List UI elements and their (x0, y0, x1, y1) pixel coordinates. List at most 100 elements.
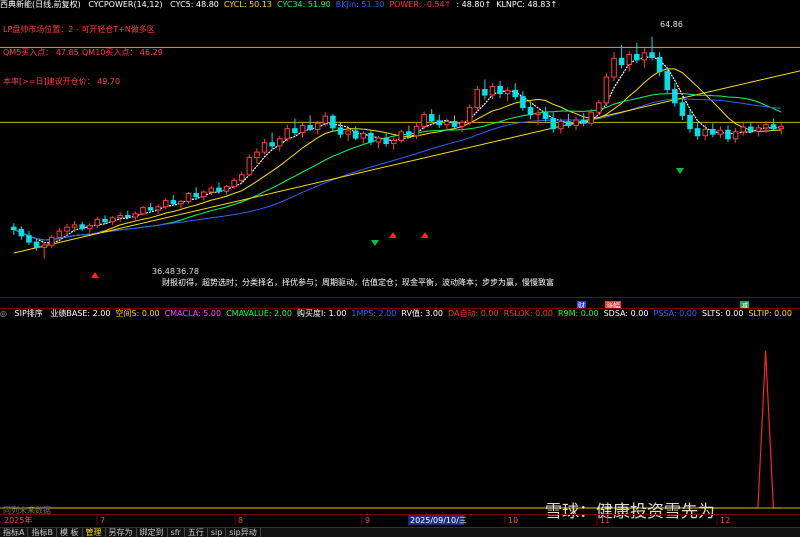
candle-75 (580, 113, 587, 127)
main-indicator-bar: 西典新能(日线,前复权) CYCPOWER(14,12) CYC5: 48.80… (0, 0, 800, 10)
strategy-description: 财报初得，超势选时；分类择名，择优参与；周期驱动，估值定仓；现金平衡，波动降本；… (162, 278, 554, 287)
candle-27 (216, 182, 222, 194)
low-price-label-left: 36.48 (152, 267, 175, 276)
sub-indicator-value-9: R9M: 0.00 (557, 309, 599, 318)
main-indicator-value-5: : 48.80↑ (456, 0, 492, 9)
sub-indicator-value-4: 购买度I: 1.00 (296, 309, 347, 318)
main-indicator-value-0: CYC5: 48.80 (170, 0, 219, 9)
sub-indicator-value-1: 空间S: 0.00 (115, 309, 160, 318)
candle-13 (109, 216, 116, 225)
sub-indicator-value-10: SDSA: 0.00 (603, 309, 649, 318)
candle-72 (558, 118, 564, 134)
candle-58 (451, 115, 458, 129)
qm10-buy-point: QM10买入点： 46.29 (82, 48, 163, 57)
candle-11 (94, 217, 101, 228)
sub-indicator-value-11: PSSA: 0.00 (653, 309, 697, 318)
candle-91 (702, 124, 708, 141)
main-indicator-value-2: CYC34: 51.90 (276, 0, 331, 9)
signal-arrow-0 (91, 272, 99, 278)
candle-62 (482, 79, 488, 100)
candle-49 (383, 133, 389, 147)
candle-70 (542, 106, 549, 122)
candle-64 (497, 80, 503, 99)
sub-indicator-value-3: CMAVALUE: 2.00 (226, 309, 292, 318)
candle-101 (778, 123, 784, 135)
signal-arrow-1 (389, 232, 397, 238)
sub-indicator-values: 业绩BASE: 2.00 空间S: 0.00 CMACLA: 5.00 CMAVALU… (50, 309, 797, 318)
candle-23 (185, 192, 192, 204)
candle-54 (421, 111, 427, 130)
market-position-note: LP盘帅市场位置：2 - 可开轻仓T+N做多区 (3, 25, 155, 34)
candle-8 (71, 220, 78, 232)
candle-56 (436, 114, 443, 128)
candle-17 (140, 206, 146, 216)
sub-indicator-value-8: RSLOK: 0.00 (503, 309, 553, 318)
time-label-1: 7 (100, 516, 105, 525)
candle-73 (565, 113, 572, 128)
ma-line-BKJin (13, 98, 782, 241)
candle-30 (238, 171, 245, 185)
main-indicator-value-6: KLNPC: 48.83↑ (496, 0, 558, 9)
candle-37 (292, 118, 298, 136)
formula-name[interactable]: CYCPOWER(14,12) (88, 0, 162, 9)
sub-indicator-value-2: CMACLA: 5.00 (164, 309, 222, 318)
candle-33 (261, 138, 268, 155)
qm5-buy-point: QM5买入点： 47.85 (3, 48, 79, 57)
sub-indicator-value-12: SLTS: 0.00 (701, 309, 744, 318)
candle-88 (679, 96, 686, 121)
candle-34 (269, 132, 275, 150)
candle-0 (11, 223, 17, 235)
candle-16 (132, 211, 139, 222)
candle-44 (345, 128, 351, 142)
candle-35 (276, 135, 283, 152)
candle-71 (550, 112, 557, 133)
candle-80 (618, 45, 625, 69)
stock-name[interactable]: 西典新能(日线,前复权) (0, 0, 81, 9)
candle-38 (299, 122, 306, 138)
main-indicator-values: CYC5: 48.80 CYCL: 50.13 CYC34: 51.90 BKJin:… (170, 0, 562, 9)
sip-sort-chart[interactable] (0, 318, 800, 514)
candle-10 (87, 223, 93, 233)
candle-74 (573, 116, 579, 131)
sub-indicator-value-13: SLTIP: 0.00 (748, 309, 792, 318)
sub-indicator-icon[interactable]: ◎ (0, 309, 7, 318)
candle-51 (398, 129, 405, 143)
signal-arrow-2 (421, 232, 429, 238)
candle-76 (588, 109, 595, 126)
candle-36 (284, 124, 291, 142)
time-label-4: 2025/09/10/三 (410, 516, 467, 525)
sip-line (13, 350, 782, 509)
time-axis: 2025年 7 8 9 2025/09/10/三 10 11 12 (0, 514, 800, 525)
low-price-label-right: 36.78 (176, 267, 199, 276)
candle-95 (732, 127, 739, 143)
main-indicator-value-3: BKJin: 51.30 (335, 0, 385, 9)
candle-48 (375, 135, 382, 149)
ma-line-CYCL (13, 68, 782, 241)
candle-65 (504, 87, 511, 102)
candle-92 (710, 123, 716, 138)
candle-14 (117, 212, 123, 222)
time-label-7: 12 (720, 516, 730, 525)
candle-66 (512, 83, 519, 100)
main-indicator-value-4: POWER: -0.54↑ (389, 0, 452, 9)
main-indicator-value-1: CYCL: 50.13 (223, 0, 272, 9)
candle-96 (740, 122, 746, 136)
candle-55 (428, 109, 435, 124)
suggested-open-price: 本率[>=日]建议开仓价： 49.70 (3, 77, 121, 86)
candle-83 (641, 48, 648, 68)
pane-separator-1[interactable] (0, 297, 800, 298)
time-label-6: 11 (600, 516, 610, 525)
candle-59 (459, 120, 465, 133)
candle-94 (725, 125, 731, 142)
candle-50 (390, 137, 397, 150)
sub-indicator-value-6: RV值: 3.00 (401, 309, 444, 318)
candle-100 (770, 118, 777, 132)
sub-indicator-value-0: 业绩BASE: 2.00 (50, 309, 111, 318)
sub-indicator-name[interactable]: SIP排序 (15, 309, 43, 318)
candle-61 (474, 85, 481, 111)
candle-28 (223, 184, 230, 195)
candle-32 (254, 148, 260, 164)
time-label-0: 2025年 (4, 515, 32, 525)
candle-84 (649, 36, 655, 61)
candle-22 (178, 199, 184, 209)
